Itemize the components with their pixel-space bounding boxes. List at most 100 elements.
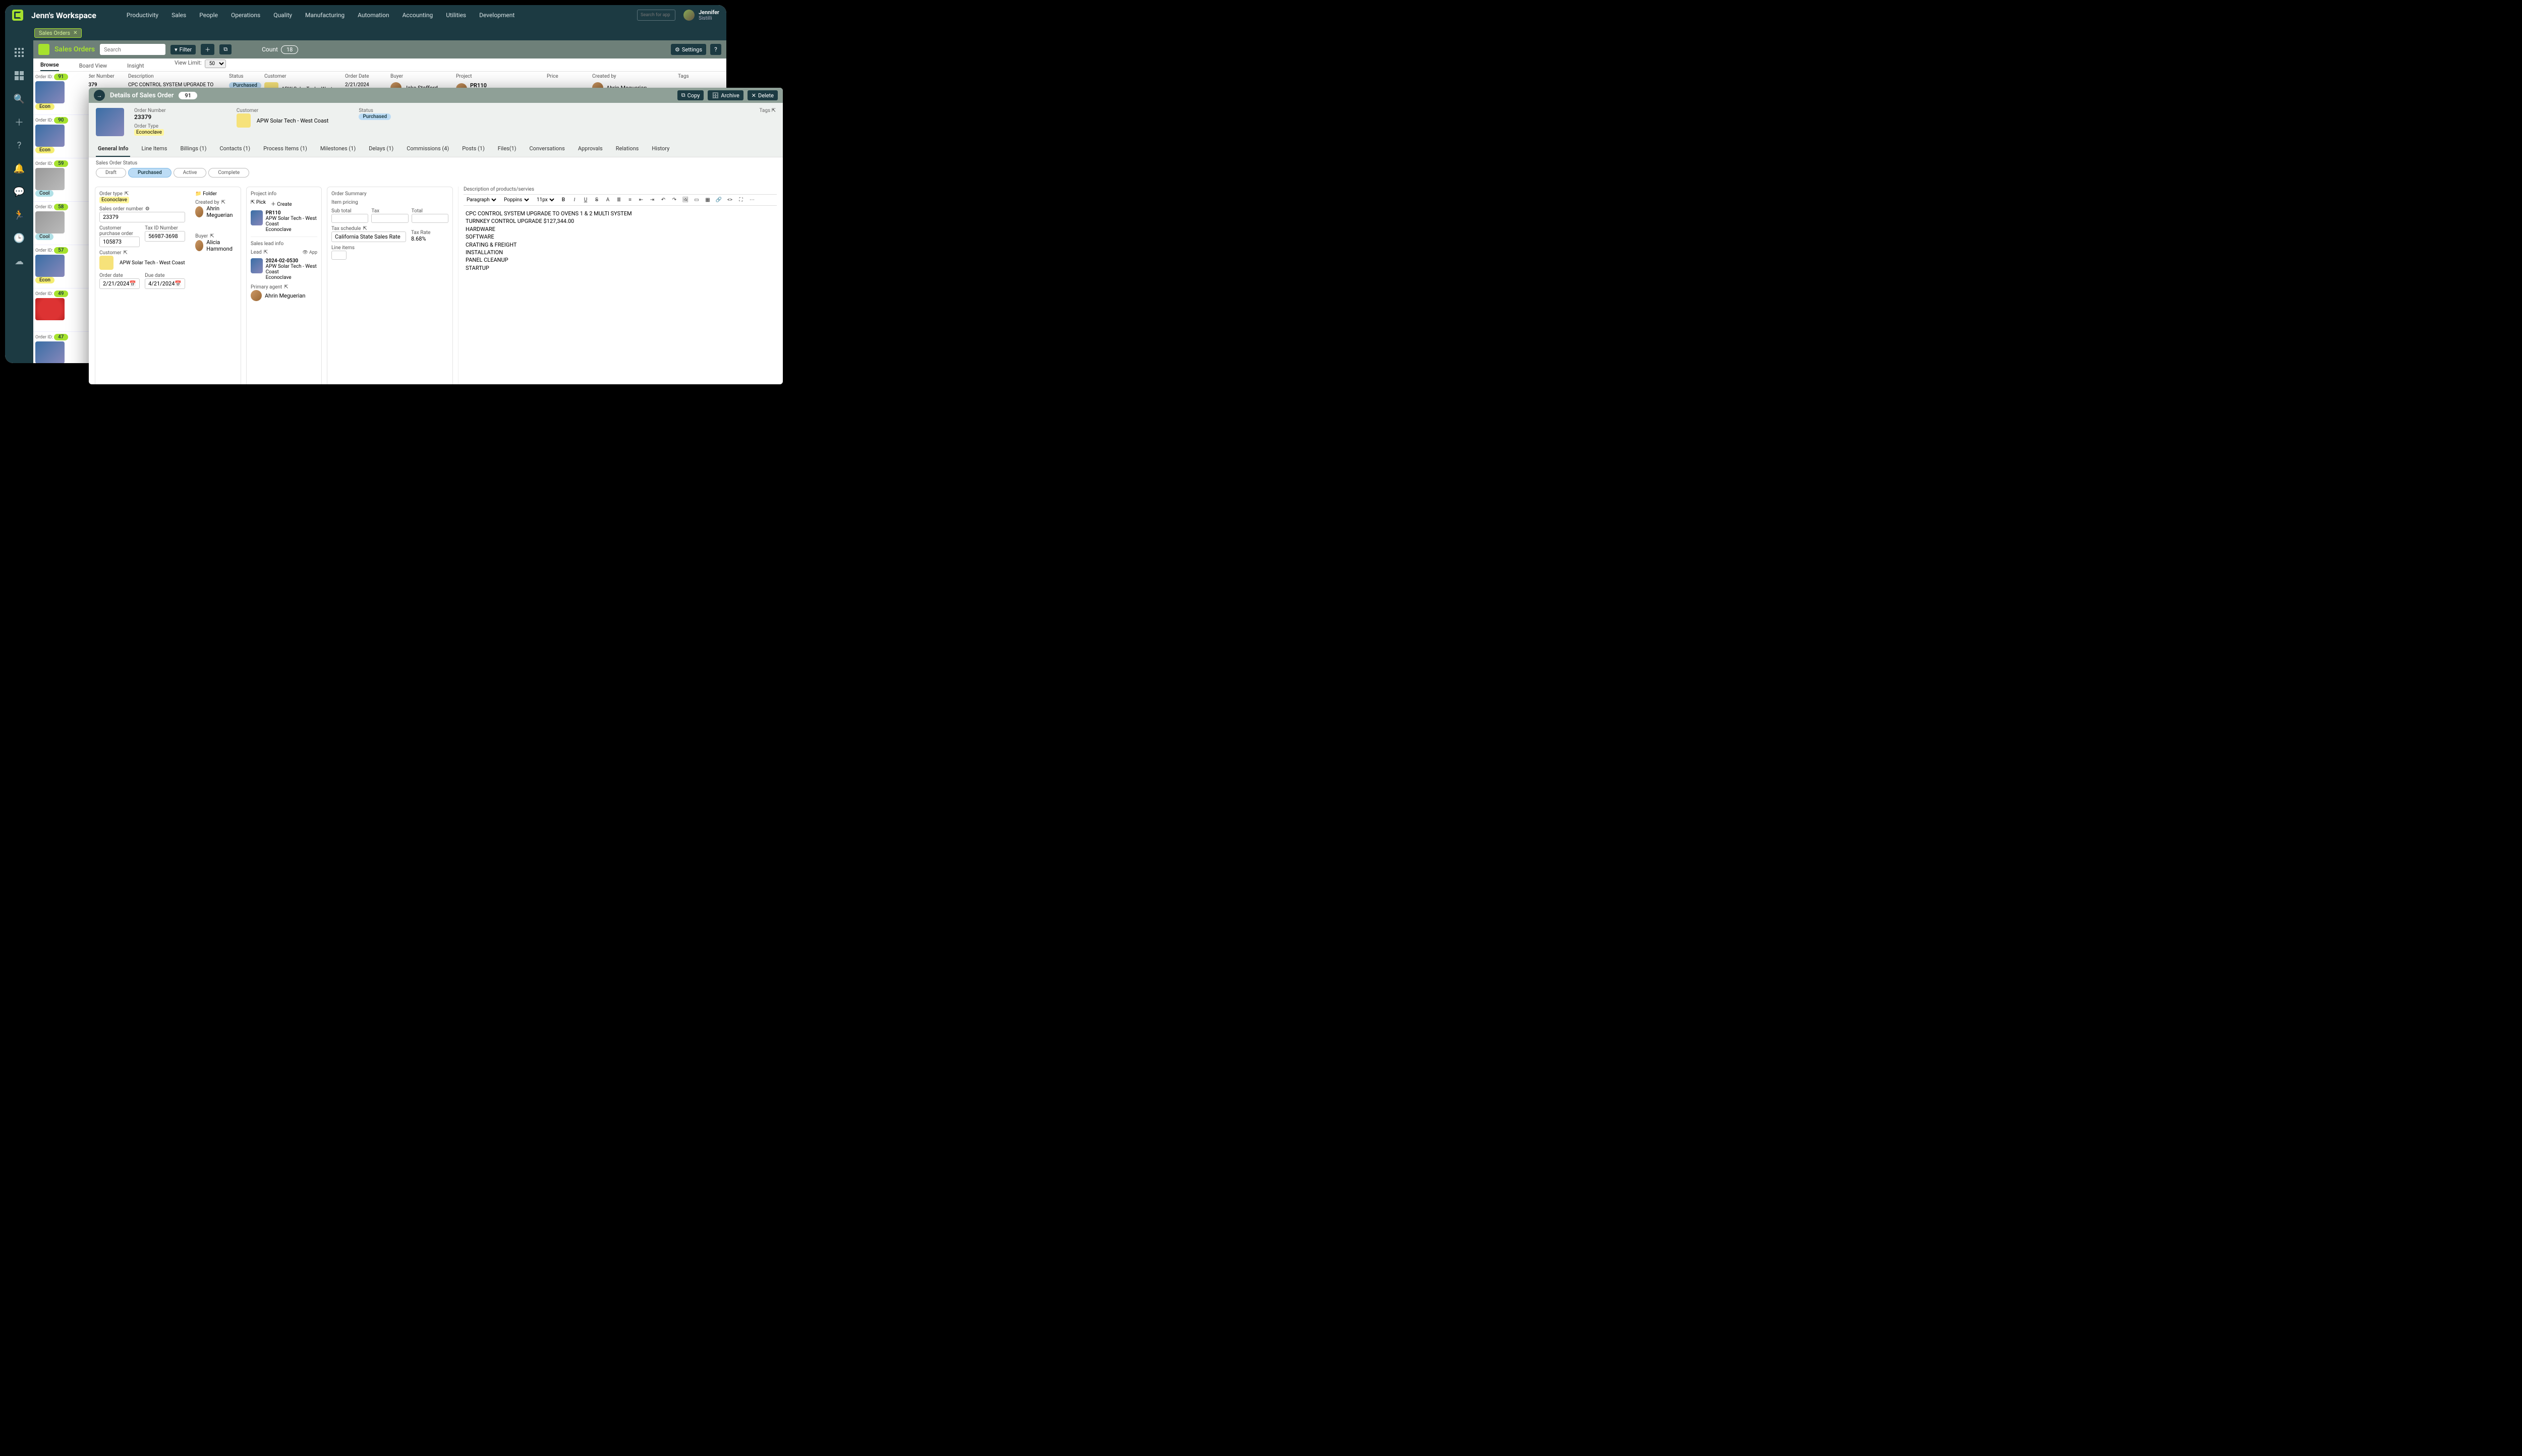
settings-button[interactable]: ⚙Settings <box>671 44 706 55</box>
expand-icon[interactable]: ⛶ <box>737 197 744 203</box>
close-icon[interactable]: ✕ <box>73 30 77 36</box>
nav-sales[interactable]: Sales <box>171 12 186 19</box>
create-button[interactable]: ＋ Create <box>271 200 292 207</box>
tab-commissions[interactable]: Commissions (4) <box>405 141 451 157</box>
cloud-upload-icon[interactable]: ☁ <box>14 256 24 266</box>
list-item[interactable]: Order ID: 90Econ <box>33 115 89 158</box>
gear-icon[interactable]: ⚙ <box>145 206 150 212</box>
archive-button[interactable]: 🗄Archive <box>708 90 743 100</box>
nav-development[interactable]: Development <box>479 12 514 19</box>
tab-browse[interactable]: Browse <box>40 62 59 71</box>
tab-approvals[interactable]: Approvals <box>576 141 605 157</box>
list-item[interactable]: Order ID: 58Cool <box>33 202 89 245</box>
search-icon[interactable]: 🔍 <box>14 94 24 104</box>
tab-files[interactable]: Files(1) <box>496 141 519 157</box>
ol-icon[interactable]: ≡ <box>626 197 634 203</box>
outdent-icon[interactable]: ⇤ <box>638 197 645 203</box>
tax-amt-input[interactable] <box>371 214 408 223</box>
nav-accounting[interactable]: Accounting <box>403 12 433 19</box>
color-icon[interactable]: A <box>604 197 611 203</box>
external-link-icon[interactable]: ⇱ <box>363 226 367 231</box>
code-icon[interactable]: <> <box>726 197 733 203</box>
bold-icon[interactable]: B <box>560 197 567 203</box>
tab-contacts[interactable]: Contacts (1) <box>217 141 252 157</box>
external-link-icon[interactable]: ⇱ <box>284 284 288 290</box>
size-select[interactable]: 11px <box>535 197 556 203</box>
tab-delays[interactable]: Delays (1) <box>367 141 395 157</box>
copy-button[interactable]: ⧉Copy <box>677 90 704 100</box>
editor-content[interactable]: CPC CONTROL SYSTEM UPGRADE TO OVENS 1 & … <box>464 206 777 276</box>
seg-purchased[interactable]: Purchased <box>128 168 171 178</box>
external-link-icon[interactable]: ⇱ <box>210 234 214 239</box>
nav-productivity[interactable]: Productivity <box>127 12 158 19</box>
list-item[interactable]: Order ID: 49 <box>33 288 89 332</box>
dashboard-icon[interactable] <box>14 71 24 81</box>
tab-line-items[interactable]: Line Items <box>139 141 169 157</box>
copy-button[interactable]: ⧉ <box>219 44 232 54</box>
video-icon[interactable]: ▭ <box>693 197 700 203</box>
font-select[interactable]: Poppins <box>502 197 531 203</box>
tab-relations[interactable]: Relations <box>614 141 641 157</box>
nav-quality[interactable]: Quality <box>273 12 292 19</box>
link-icon[interactable]: 🔗 <box>715 197 722 203</box>
bell-icon[interactable]: 🔔 <box>14 163 24 173</box>
search-app-input[interactable] <box>637 10 675 21</box>
list-item[interactable]: Order ID: 59Cool <box>33 158 89 202</box>
indent-icon[interactable]: ⇥ <box>649 197 656 203</box>
italic-icon[interactable]: I <box>571 197 578 203</box>
external-link-icon[interactable]: ⇱ <box>124 250 128 256</box>
undo-icon[interactable]: ↶ <box>660 197 667 203</box>
external-link-icon[interactable]: ⇱ <box>125 191 129 197</box>
app-tab-sales-orders[interactable]: Sales Orders ✕ <box>34 28 82 38</box>
nav-people[interactable]: People <box>199 12 218 19</box>
subtotal-input[interactable] <box>331 214 368 223</box>
tab-insight[interactable]: Insight <box>127 63 144 71</box>
tab-general-info[interactable]: General Info <box>96 141 130 157</box>
seg-active[interactable]: Active <box>174 168 207 178</box>
tab-history[interactable]: History <box>650 141 671 157</box>
strike-icon[interactable]: S <box>593 197 600 203</box>
list-search-input[interactable] <box>100 44 165 55</box>
tab-board[interactable]: Board View <box>79 63 107 71</box>
para-select[interactable]: Paragraph <box>465 197 498 203</box>
seg-draft[interactable]: Draft <box>96 168 126 178</box>
view-limit-select[interactable]: 50 <box>205 60 226 68</box>
tax-schedule[interactable]: California State Sales Rate <box>331 231 406 242</box>
external-link-icon[interactable]: ⇱ <box>772 108 776 113</box>
tab-conversations[interactable]: Conversations <box>528 141 567 157</box>
list-item[interactable]: Order ID: 47 <box>33 332 89 363</box>
apps-icon[interactable] <box>14 47 24 57</box>
redo-icon[interactable]: ↷ <box>671 197 678 203</box>
filter-button[interactable]: ▾Filter <box>170 45 196 54</box>
nav-automation[interactable]: Automation <box>358 12 389 19</box>
nav-utilities[interactable]: Utilities <box>446 12 466 19</box>
order-date-input[interactable]: 2/21/2024📅 <box>99 278 140 289</box>
list-item[interactable]: Order ID: 57Econ <box>33 245 89 288</box>
activity-icon[interactable]: 🏃 <box>14 210 24 220</box>
external-link-icon[interactable]: ⇱ <box>264 250 268 255</box>
ul-icon[interactable]: ≣ <box>615 197 622 203</box>
image-icon[interactable]: 🖼 <box>682 197 689 203</box>
tab-posts[interactable]: Posts (1) <box>460 141 487 157</box>
seg-complete[interactable]: Complete <box>208 168 249 178</box>
nav-manufacturing[interactable]: Manufacturing <box>305 12 345 19</box>
delete-button[interactable]: ✕Delete <box>748 90 778 100</box>
line-items-input[interactable] <box>331 251 347 260</box>
nav-operations[interactable]: Operations <box>231 12 260 19</box>
chat-icon[interactable]: 💬 <box>14 187 24 197</box>
table-icon[interactable]: ▦ <box>704 197 711 203</box>
clock-icon[interactable]: 🕒 <box>14 233 24 243</box>
cpo-input[interactable]: 105873 <box>99 237 140 247</box>
back-button[interactable]: → <box>94 90 105 101</box>
add-record-button[interactable]: ＋ <box>201 44 214 55</box>
underline-icon[interactable]: U <box>582 197 589 203</box>
list-item[interactable]: Order ID: 91Econ <box>33 72 89 115</box>
help-button[interactable]: ? <box>710 44 721 55</box>
user-menu[interactable]: Jennifer Sistilli <box>683 9 719 21</box>
external-link-icon[interactable]: ⇱ <box>221 200 225 205</box>
help-icon[interactable]: ? <box>14 140 24 150</box>
tab-milestones[interactable]: Milestones (1) <box>318 141 358 157</box>
folder-button[interactable]: 📁 Folder <box>195 191 237 197</box>
add-icon[interactable]: ＋ <box>14 117 24 127</box>
total-input[interactable] <box>412 214 448 223</box>
